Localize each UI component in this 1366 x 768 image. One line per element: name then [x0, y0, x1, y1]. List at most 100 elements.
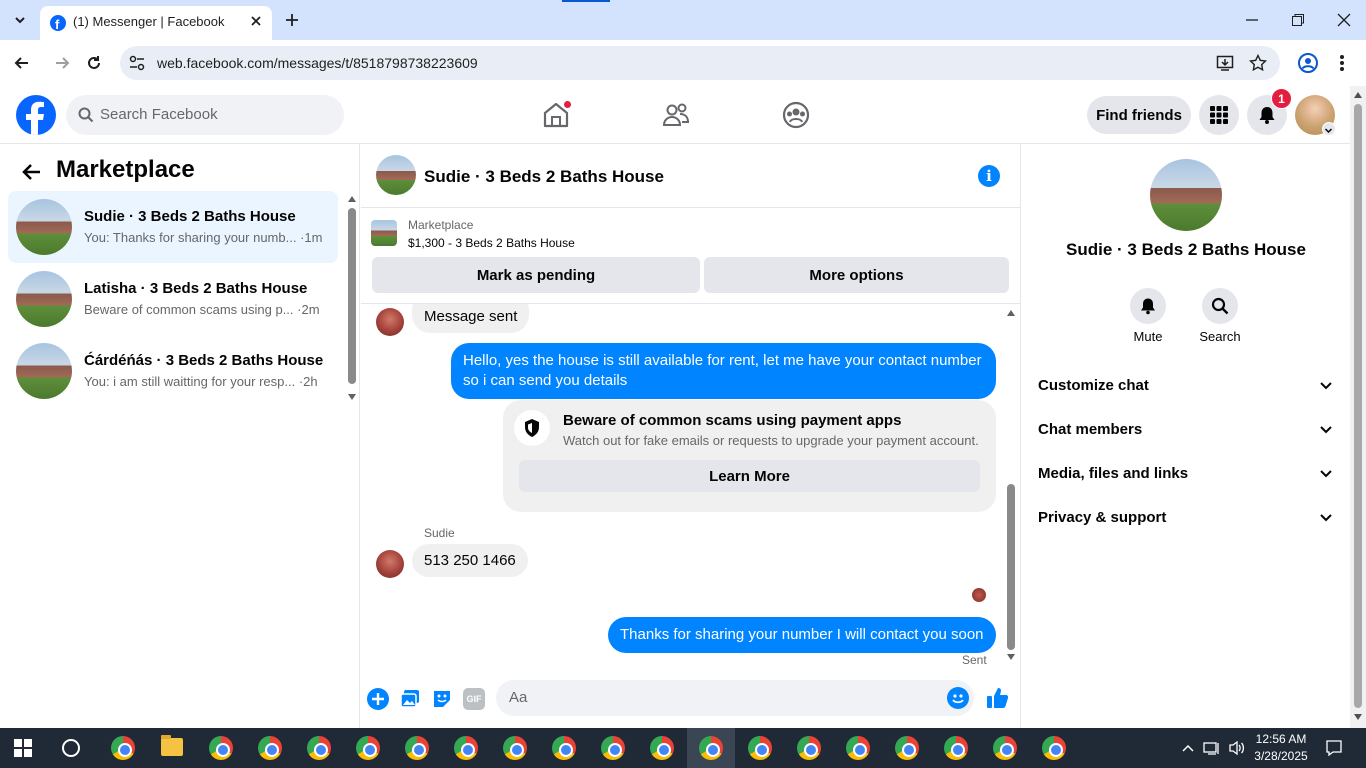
minimize-icon[interactable]	[1244, 12, 1260, 28]
learn-more-button[interactable]: Learn More	[519, 460, 980, 492]
chrome-taskbar-icon[interactable]	[699, 736, 723, 760]
mute-label: Mute	[1133, 329, 1163, 344]
thread-scroll-up-icon[interactable]	[1007, 310, 1015, 316]
chrome-taskbar-icon[interactable]	[552, 736, 576, 760]
conversation-item-latisha[interactable]: Latisha · 3 Beds 2 Baths House Beware of…	[8, 263, 338, 335]
cortana-search-icon[interactable]	[62, 739, 80, 757]
more-options-button[interactable]: More options	[704, 257, 1009, 293]
bookmark-star-icon[interactable]	[1248, 53, 1268, 72]
listing-thumbnail	[16, 343, 72, 399]
section-label: Privacy & support	[1038, 508, 1167, 526]
conversation-name: Ćárdéńás · 3 Beds 2 Baths House	[84, 352, 324, 369]
profile-icon[interactable]	[1297, 52, 1319, 74]
scroll-down-icon[interactable]	[1354, 714, 1362, 720]
chrome-taskbar-icon[interactable]	[993, 736, 1017, 760]
browser-menu-icon[interactable]	[1334, 53, 1350, 73]
chrome-taskbar-icon[interactable]	[258, 736, 282, 760]
privacy-support-section[interactable]: Privacy & support	[1038, 495, 1334, 539]
shield-icon	[514, 410, 550, 446]
gif-icon[interactable]: GIF	[463, 688, 485, 710]
close-tab-icon[interactable]	[248, 13, 264, 29]
facebook-search-input[interactable]: Search Facebook	[66, 95, 344, 135]
conversation-snippet: You: i am still waitting for your resp..…	[84, 374, 318, 389]
chat-title[interactable]: Sudie · 3 Beds 2 Baths House	[424, 167, 664, 187]
windows-start-icon[interactable]	[14, 739, 32, 757]
chrome-taskbar-icon[interactable]	[503, 736, 527, 760]
file-explorer-icon[interactable]	[161, 735, 183, 756]
tab-list-chevron-icon[interactable]	[10, 10, 30, 30]
chrome-taskbar-icon[interactable]	[797, 736, 821, 760]
message-status: Sent	[962, 653, 987, 667]
chrome-taskbar-icon[interactable]	[454, 736, 478, 760]
details-name: Sudie · 3 Beds 2 Baths House	[1066, 240, 1306, 259]
close-window-icon[interactable]	[1336, 12, 1352, 28]
install-app-icon[interactable]	[1216, 54, 1234, 72]
chrome-taskbar-icon[interactable]	[846, 736, 870, 760]
chrome-taskbar-icon[interactable]	[307, 736, 331, 760]
mute-button[interactable]	[1130, 288, 1166, 324]
menu-grid-button[interactable]	[1199, 95, 1239, 135]
back-icon[interactable]	[12, 53, 32, 73]
chrome-taskbar-icon[interactable]	[405, 736, 429, 760]
find-friends-button[interactable]: Find friends	[1087, 96, 1191, 134]
chrome-taskbar-icon[interactable]	[111, 736, 135, 760]
site-settings-icon[interactable]	[128, 54, 146, 72]
chat-header: Sudie · 3 Beds 2 Baths House i	[361, 144, 1021, 208]
mark-as-pending-button[interactable]: Mark as pending	[372, 257, 700, 293]
volume-icon[interactable]	[1228, 740, 1246, 756]
emoji-icon[interactable]	[947, 687, 969, 709]
browser-tab[interactable]: f (1) Messenger | Facebook	[40, 6, 272, 40]
chrome-taskbar-icon[interactable]	[895, 736, 919, 760]
home-icon[interactable]	[541, 100, 572, 130]
search-in-conversation-button[interactable]	[1202, 288, 1238, 324]
chrome-taskbar-icon[interactable]	[601, 736, 625, 760]
tray-chevron-up-icon[interactable]	[1182, 742, 1194, 754]
account-chevron-icon[interactable]	[1322, 122, 1336, 136]
sticker-icon[interactable]	[431, 688, 453, 710]
plus-icon[interactable]	[367, 688, 389, 710]
thread-scrollbar[interactable]	[1007, 484, 1015, 650]
chrome-taskbar-icon[interactable]	[356, 736, 380, 760]
action-center-icon[interactable]	[1325, 739, 1343, 757]
tab-title: (1) Messenger | Facebook	[73, 14, 225, 29]
details-avatar[interactable]	[1150, 159, 1222, 231]
taskbar-date[interactable]: 3/28/2025	[1250, 749, 1312, 763]
chat-members-section[interactable]: Chat members	[1038, 407, 1334, 451]
chrome-taskbar-icon[interactable]	[748, 736, 772, 760]
chrome-taskbar-icon[interactable]	[1042, 736, 1066, 760]
thumbs-up-icon[interactable]	[986, 686, 1010, 710]
chrome-taskbar-icon[interactable]	[944, 736, 968, 760]
back-arrow-icon[interactable]	[20, 160, 44, 184]
media-files-links-section[interactable]: Media, files and links	[1038, 451, 1334, 495]
conversation-list-scrollbar[interactable]	[348, 208, 356, 384]
photo-icon[interactable]	[399, 688, 421, 710]
list-scroll-down-icon[interactable]	[348, 394, 356, 400]
friends-icon[interactable]	[661, 100, 691, 130]
list-scroll-up-icon[interactable]	[348, 196, 356, 202]
reload-icon[interactable]	[84, 53, 104, 73]
chat-avatar[interactable]	[376, 155, 416, 195]
address-bar[interactable]: web.facebook.com/messages/t/851879873822…	[120, 46, 1280, 80]
bell-icon	[1259, 107, 1275, 124]
conversation-item-cardenas[interactable]: Ćárdéńás · 3 Beds 2 Baths House You: i a…	[8, 335, 338, 407]
customize-chat-section[interactable]: Customize chat	[1038, 363, 1334, 407]
new-tab-icon[interactable]	[284, 12, 300, 28]
page-scrollbar[interactable]	[1350, 86, 1366, 728]
network-icon[interactable]	[1203, 740, 1221, 756]
groups-icon[interactable]	[781, 100, 811, 130]
chrome-taskbar-icon[interactable]	[650, 736, 674, 760]
thread-scroll-down-icon[interactable]	[1007, 654, 1015, 660]
scroll-up-icon[interactable]	[1354, 92, 1362, 98]
chevron-down-icon	[1320, 382, 1332, 390]
composer-bar: GIF Aa	[361, 670, 1021, 728]
forward-icon[interactable]	[52, 53, 72, 73]
listing-detail[interactable]: $1,300 - 3 Beds 2 Baths House	[408, 236, 575, 250]
info-icon[interactable]: i	[978, 165, 1000, 187]
restore-icon[interactable]	[1290, 12, 1306, 28]
conversation-item-sudie[interactable]: Sudie · 3 Beds 2 Baths House You: Thanks…	[8, 191, 338, 263]
facebook-logo-icon[interactable]	[16, 95, 56, 135]
taskbar-time[interactable]: 12:56 AM	[1254, 732, 1308, 746]
chrome-taskbar-icon[interactable]	[209, 736, 233, 760]
page-scrollbar-thumb[interactable]	[1354, 104, 1362, 708]
message-input[interactable]: Aa	[496, 680, 974, 716]
